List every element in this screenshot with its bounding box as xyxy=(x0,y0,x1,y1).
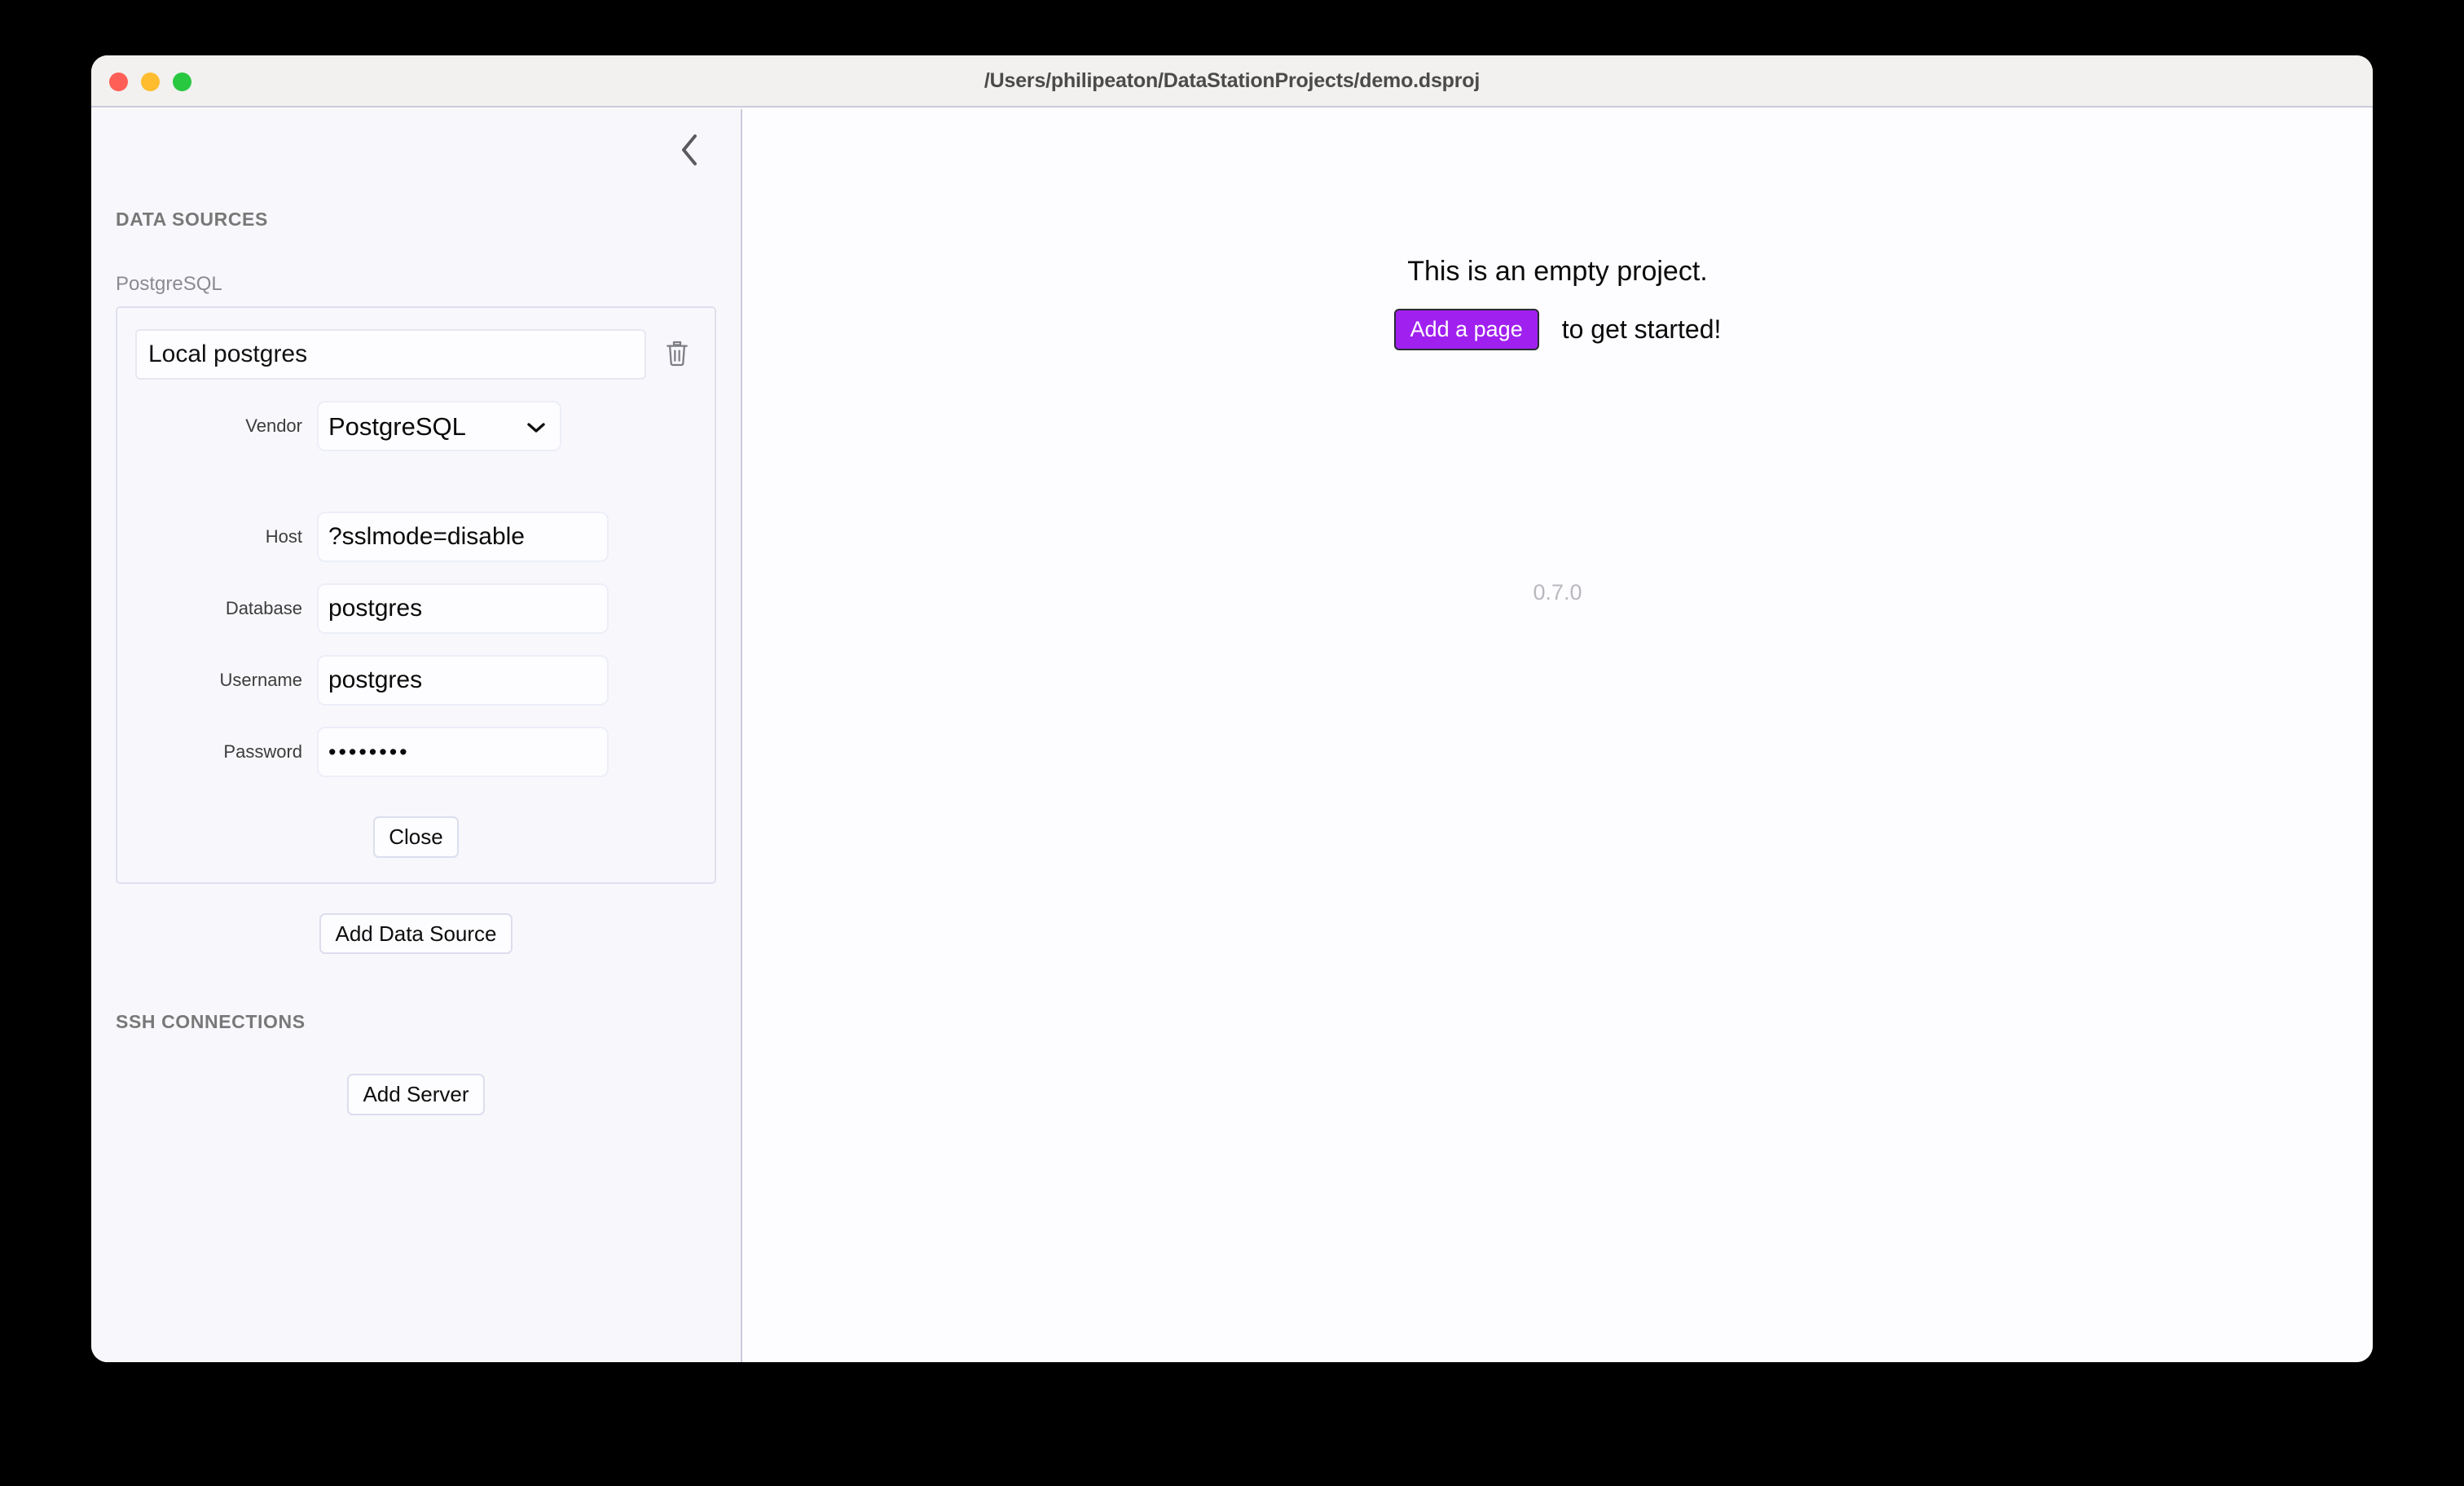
database-input[interactable] xyxy=(317,583,609,634)
host-field-row: Host xyxy=(135,512,697,562)
delete-datasource-button[interactable] xyxy=(658,332,697,376)
password-input[interactable] xyxy=(317,727,609,777)
close-datasource-button[interactable]: Close xyxy=(373,816,459,858)
empty-project-cta-text: to get started! xyxy=(1561,314,1722,345)
title-bar: /Users/philipeaton/DataStationProjects/d… xyxy=(91,55,2373,108)
add-page-button[interactable]: Add a page xyxy=(1393,309,1539,351)
vendor-select[interactable]: PostgreSQL xyxy=(317,401,561,451)
password-field-label: Password xyxy=(223,741,302,762)
host-input[interactable] xyxy=(317,512,609,562)
close-window-button[interactable] xyxy=(109,72,128,91)
add-server-button[interactable]: Add Server xyxy=(347,1074,485,1115)
traffic-light-controls xyxy=(109,55,191,108)
minimize-window-button[interactable] xyxy=(141,72,160,91)
username-field-row: Username xyxy=(135,655,697,706)
add-data-source-button[interactable]: Add Data Source xyxy=(319,912,513,955)
trash-icon xyxy=(664,339,690,371)
add-server-row: Add Server xyxy=(91,1074,741,1115)
datasource-name-input[interactable] xyxy=(135,329,646,380)
vendor-field-control: PostgreSQL xyxy=(317,401,586,451)
username-input[interactable] xyxy=(317,655,609,706)
application-window: /Users/philipeaton/DataStationProjects/d… xyxy=(91,55,2373,1362)
window-body: DATA SOURCES PostgreSQL Local postgres V… xyxy=(91,109,2373,1362)
maximize-window-button[interactable] xyxy=(173,72,191,91)
app-version-label: 0.7.0 xyxy=(1533,580,1582,605)
vendor-field-label: Vendor xyxy=(245,415,302,436)
chevron-left-icon xyxy=(679,131,702,169)
datasource-name-row xyxy=(135,329,697,380)
sidebar: DATA SOURCES PostgreSQL Local postgres V… xyxy=(91,109,742,1362)
username-field-label: Username xyxy=(219,670,302,690)
empty-project-cta-row: Add a page to get started! xyxy=(742,309,2373,351)
empty-project-state: This is an empty project. Add a page to … xyxy=(742,256,2373,351)
add-datasource-row: Add Data Source xyxy=(91,912,741,955)
database-field-row: Database xyxy=(135,583,697,634)
ssh-connections-section-title: SSH CONNECTIONS xyxy=(116,1011,306,1033)
host-field-label: Host xyxy=(265,526,302,547)
datasource-card: Vendor PostgreSQL Host xyxy=(116,306,716,884)
database-field-label: Database xyxy=(225,598,302,618)
main-panel: This is an empty project. Add a page to … xyxy=(742,109,2373,1362)
collapse-sidebar-button[interactable] xyxy=(667,127,713,173)
vendor-field-row: Vendor PostgreSQL xyxy=(135,401,697,451)
password-field-row: Password xyxy=(135,727,697,777)
empty-project-title: This is an empty project. xyxy=(1407,256,1708,287)
window-title: /Users/philipeaton/DataStationProjects/d… xyxy=(983,68,1481,92)
datasource-vendor-group-label: PostgreSQL xyxy=(116,273,222,295)
data-sources-section-title: DATA SOURCES xyxy=(116,209,268,230)
close-button-row: Close xyxy=(135,816,697,858)
